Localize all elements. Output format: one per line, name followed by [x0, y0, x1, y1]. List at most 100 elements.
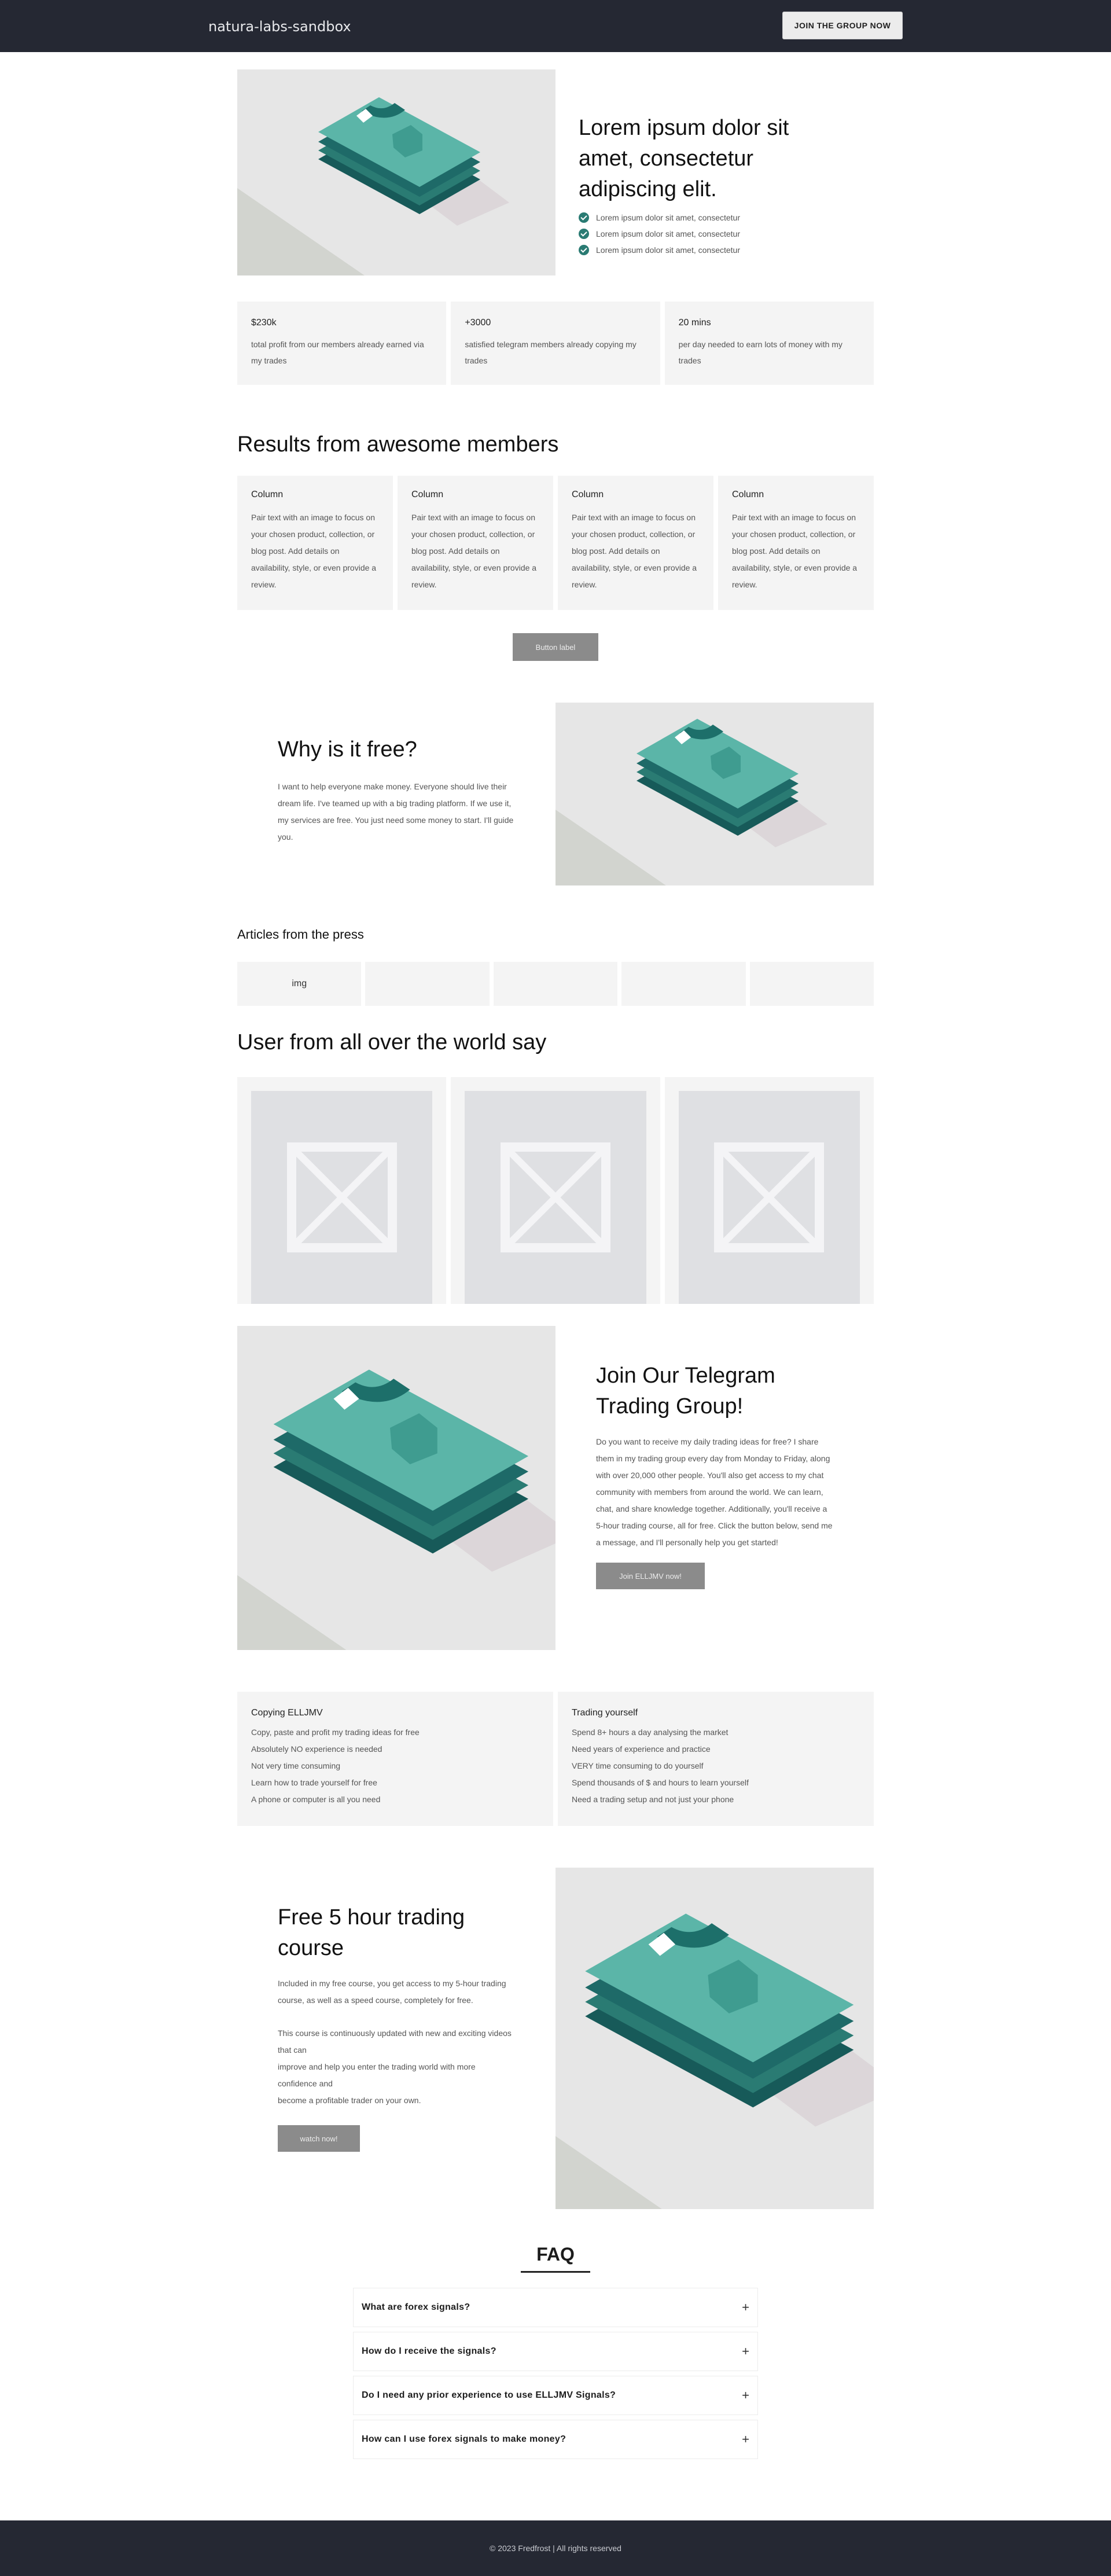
comparison-line: Need years of experience and practice [572, 1744, 711, 1754]
faq-item[interactable]: What are forex signals? + [353, 2288, 758, 2327]
image-placeholder [465, 1091, 646, 1304]
testimonials-title: User from all over the world say [237, 1030, 547, 1054]
stacked-shirts-illustration-icon [556, 1868, 874, 2209]
result-column-card: Column Pair text with an image to focus … [558, 476, 713, 610]
faq-title: FAQ [536, 2244, 575, 2265]
comparison-card: Trading yourself Spend 8+ hours a day an… [558, 1692, 874, 1826]
comparison-line: Absolutely NO experience is needed [251, 1744, 382, 1754]
faq-item[interactable]: How do I receive the signals? + [353, 2332, 758, 2371]
hero-title: Lorem ipsum dolor sit amet, consectetur … [579, 116, 789, 201]
checklist-item: Lorem ipsum dolor sit amet, consectetur [579, 226, 845, 242]
check-circle-icon [579, 229, 589, 239]
stat-description: total profit from our members already ea… [251, 340, 424, 365]
telegram-image [237, 1326, 556, 1650]
join-group-button[interactable]: JOIN THE GROUP NOW [782, 12, 903, 39]
comparison-title: Copying ELLJMV [251, 1708, 323, 1718]
stacked-shirts-illustration-icon [237, 69, 556, 275]
testimonials-row [237, 1077, 874, 1304]
stat-description: per day needed to earn lots of money wit… [678, 340, 843, 365]
press-card[interactable] [365, 962, 490, 1006]
stat-card: +3000 satisfied telegram members already… [451, 302, 660, 385]
result-column-card: Column Pair text with an image to focus … [398, 476, 553, 610]
course-body-paragraph: Included in my free course, you get acce… [278, 1979, 506, 2005]
course-image [556, 1868, 874, 2209]
footer-copyright: © 2023 Fredfrost | All rights reserved [490, 2544, 621, 2553]
why-free-text: Why is it free? I want to help everyone … [278, 737, 515, 846]
stat-value: $230k [251, 318, 277, 328]
column-title: Column [732, 490, 764, 499]
telegram-body: Do you want to receive my daily trading … [596, 1437, 833, 1547]
join-telegram-button[interactable]: Join ELLJMV now! [596, 1563, 705, 1589]
hero-section: Lorem ipsum dolor sit amet, consectetur … [237, 52, 874, 302]
press-card[interactable] [749, 962, 874, 1006]
results-button[interactable]: Button label [513, 633, 598, 661]
comparison-card: Copying ELLJMV Copy, paste and profit my… [237, 1692, 553, 1826]
course-body-line: become a profitable trader on your own. [278, 2096, 421, 2105]
checklist-item-label: Lorem ipsum dolor sit amet, consectetur [596, 229, 740, 238]
comparison-section: Copying ELLJMV Copy, paste and profit my… [237, 1692, 874, 1826]
stacked-shirts-illustration-icon [556, 703, 874, 885]
comparison-title: Trading yourself [572, 1708, 638, 1718]
comparison-line: Copy, paste and profit my trading ideas … [251, 1728, 420, 1737]
stacked-shirts-illustration-icon [237, 1326, 556, 1650]
press-card[interactable]: img [237, 962, 362, 1006]
hero-image [237, 69, 556, 275]
why-free-section: Why is it free? I want to help everyone … [237, 703, 874, 885]
site-footer: © 2023 Fredfrost | All rights reserved [0, 2520, 1111, 2576]
faq-underline [521, 2271, 590, 2273]
image-placeholder-icon [286, 1142, 397, 1252]
stat-value: +3000 [465, 318, 491, 328]
column-text: Pair text with an image to focus on your… [572, 513, 697, 589]
testimonial-card [664, 1077, 874, 1304]
telegram-section: Join Our Telegram Trading Group! Do you … [237, 1326, 874, 1650]
column-text: Pair text with an image to focus on your… [411, 513, 537, 589]
testimonial-card [451, 1077, 660, 1304]
watch-now-button[interactable]: watch now! [278, 2125, 360, 2152]
course-section: Free 5 hour trading course Included in m… [237, 1868, 874, 2209]
comparison-line: Spend thousands of $ and hours to learn … [572, 1778, 749, 1787]
column-text: Pair text with an image to focus on your… [732, 513, 858, 589]
results-columns: Column Pair text with an image to focus … [237, 476, 874, 610]
course-title: Free 5 hour trading course [278, 1905, 465, 1960]
check-circle-icon [579, 245, 589, 255]
image-placeholder-icon [714, 1142, 825, 1252]
stat-card: 20 mins per day needed to earn lots of m… [664, 302, 874, 385]
comparison-line: VERY time consuming to do yourself [572, 1761, 704, 1770]
why-free-body: I want to help everyone make money. Ever… [278, 782, 514, 841]
why-free-image [556, 703, 874, 885]
press-title: Articles from the press [237, 927, 364, 942]
testimonial-card [237, 1077, 447, 1304]
column-title: Column [411, 490, 444, 499]
plus-icon[interactable]: + [742, 2432, 749, 2447]
comparison-line: Not very time consuming [251, 1761, 341, 1770]
stats-section: $230k total profit from our members alre… [237, 302, 874, 385]
checklist-item: Lorem ipsum dolor sit amet, consectetur [579, 242, 845, 258]
hero-checklist: Lorem ipsum dolor sit amet, consectetur … [579, 210, 845, 258]
course-body-line: improve and help you enter the trading w… [278, 2062, 476, 2088]
stat-description: satisfied telegram members already copyi… [465, 340, 637, 365]
comparison-line: Spend 8+ hours a day analysing the marke… [572, 1728, 729, 1737]
image-placeholder-icon [500, 1142, 610, 1252]
hero-text: Lorem ipsum dolor sit amet, consectetur … [579, 113, 845, 258]
comparison-line: A phone or computer is all you need [251, 1795, 381, 1804]
faq-item[interactable]: How can I use forex signals to make mone… [353, 2420, 758, 2459]
faq-question: How do I receive the signals? [362, 2346, 496, 2356]
brand-name[interactable]: natura-labs-sandbox [208, 19, 351, 35]
main-content: Lorem ipsum dolor sit amet, consectetur … [237, 52, 874, 2459]
results-title: Results from awesome members [237, 432, 559, 457]
faq-question: Do I need any prior experience to use EL… [362, 2390, 616, 2400]
press-card[interactable] [621, 962, 746, 1006]
plus-icon[interactable]: + [742, 2300, 749, 2315]
image-placeholder [251, 1091, 433, 1304]
faq-item[interactable]: Do I need any prior experience to use EL… [353, 2376, 758, 2415]
column-title: Column [572, 490, 604, 499]
column-title: Column [251, 490, 284, 499]
checklist-item-label: Lorem ipsum dolor sit amet, consectetur [596, 245, 740, 255]
course-body-line: This course is continuously updated with… [278, 2029, 512, 2055]
plus-icon[interactable]: + [742, 2388, 749, 2403]
faq-section: FAQ What are forex signals? + How do I r… [353, 2244, 758, 2459]
why-free-title: Why is it free? [278, 737, 417, 762]
press-card[interactable] [493, 962, 618, 1006]
column-text: Pair text with an image to focus on your… [251, 513, 377, 589]
plus-icon[interactable]: + [742, 2344, 749, 2359]
